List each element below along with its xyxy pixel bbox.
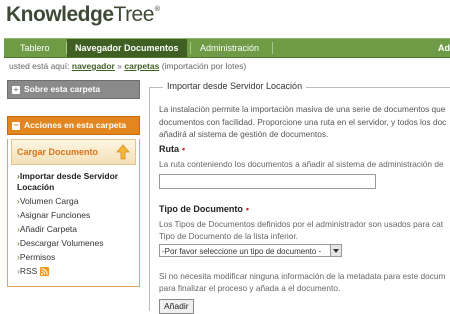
fieldset-legend: Importar desde Servidor Locación xyxy=(163,81,307,91)
menu-item-rss[interactable]: ›RSS xyxy=(17,266,139,277)
tipo-documento-select[interactable]: -Por favor seleccione un tipo de documen… xyxy=(159,244,342,257)
menu-item-asignar-funciones[interactable]: ›Asignar Funciones xyxy=(17,210,139,221)
tab-navegador-documentos[interactable]: Navegador Documentos xyxy=(67,39,187,57)
ruta-help: La ruta conteniendo los documentos a aña… xyxy=(159,159,444,169)
upload-document-label: Cargar Documento xyxy=(17,147,99,157)
menu-item-label: Permisos xyxy=(19,252,56,262)
description-line: documentos con facilidad. Proporcione un… xyxy=(159,116,447,127)
menu-item-importar-servidor[interactable]: ›Importar desde Servidor Locación xyxy=(17,171,139,193)
logo-registered-mark: ® xyxy=(153,5,161,13)
metadata-note: Si no necesita modificar ninguna informa… xyxy=(159,270,450,294)
tipo-documento-label: Tipo de Documento • xyxy=(159,204,249,214)
fieldset-border xyxy=(149,87,150,311)
folder-actions-label: Acciones en esta carpeta xyxy=(24,120,127,130)
ruta-label: Ruta • xyxy=(159,144,185,154)
help-line: Tipo de Documento de la lista inferior. xyxy=(159,231,298,241)
note-line: Si no necesita modificar ninguna informa… xyxy=(159,271,446,281)
select-value: -Por favor seleccione un tipo de documen… xyxy=(162,247,322,256)
import-form: Importar desde Servidor Locación La inst… xyxy=(149,80,450,314)
tipo-documento-help: Los Tipos de Documentos definidos por el… xyxy=(159,218,450,242)
sidebar: + Sobre esta carpeta − Acciones en esta … xyxy=(7,80,140,287)
menu-item-label: Importar desde Servidor Locación xyxy=(17,171,119,192)
tipo-documento-label-text: Tipo de Documento xyxy=(159,204,243,214)
breadcrumb-prefix: usted está aquí: xyxy=(9,61,70,71)
expand-plus-icon[interactable]: + xyxy=(12,85,20,94)
upload-document-button[interactable]: Cargar Documento xyxy=(11,139,136,165)
tab-tablero[interactable]: Tablero xyxy=(20,39,50,57)
nav-separator xyxy=(272,42,273,54)
breadcrumb-separator: » xyxy=(117,61,122,71)
menu-item-label: Añadir Carpeta xyxy=(19,224,78,234)
ruta-label-text: Ruta xyxy=(159,144,179,154)
tab-ad-truncated[interactable]: Ad xyxy=(438,39,450,57)
folder-actions-header[interactable]: − Acciones en esta carpeta xyxy=(7,116,140,135)
logo-text-tree: Tree xyxy=(113,3,155,26)
breadcrumb-current: (importación por lotes) xyxy=(161,61,247,71)
menu-item-permisos[interactable]: ›Permisos xyxy=(17,252,139,263)
logo-text-knowledge: Knowledge xyxy=(6,3,114,26)
required-marker: • xyxy=(182,144,186,154)
menu-item-descargar-volumenes[interactable]: ›Descargar Volumenes xyxy=(17,238,139,249)
menu-item-label: RSS xyxy=(19,266,38,276)
help-line: Los Tipos de Documentos definidos por el… xyxy=(159,219,444,229)
folder-actions-panel: Cargar Documento ›Importar desde Servido… xyxy=(7,139,140,287)
rss-feed-icon[interactable] xyxy=(40,267,50,277)
breadcrumb: usted está aquí: navegador » carpetas (i… xyxy=(9,61,246,71)
menu-item-label: Descargar Volumenes xyxy=(19,238,104,248)
dropdown-arrow-icon[interactable] xyxy=(330,245,341,256)
required-marker: • xyxy=(245,204,249,214)
menu-item-label: Asignar Funciones xyxy=(19,210,91,220)
nav-separator xyxy=(190,42,191,54)
knowledgetree-logo[interactable]: Knowledge Tree ® xyxy=(6,3,161,29)
menu-item-anadir-carpeta[interactable]: ›Añadir Carpeta xyxy=(17,224,139,235)
note-line: para finalizar el proceso y añada a el d… xyxy=(159,283,341,293)
folder-actions-menu: ›Importar desde Servidor Locación ›Volum… xyxy=(8,171,139,277)
add-button[interactable]: Añadir xyxy=(159,299,194,314)
collapse-minus-icon[interactable]: − xyxy=(12,120,20,130)
breadcrumb-link-navegador[interactable]: navegador xyxy=(72,61,115,71)
import-description: La instalación permite la importación ma… xyxy=(159,103,450,141)
ruta-input[interactable] xyxy=(159,174,376,189)
about-folder-label: Sobre esta carpeta xyxy=(24,84,101,94)
about-folder-header[interactable]: + Sobre esta carpeta xyxy=(7,80,140,99)
breadcrumb-link-carpetas[interactable]: carpetas xyxy=(124,61,159,71)
description-line: añadirá al sistema de gestión de documen… xyxy=(159,129,329,139)
menu-item-volumen-carga[interactable]: ›Volumen Carga xyxy=(17,196,139,207)
upload-arrow-icon xyxy=(116,144,130,160)
main-navigation-bar: Tablero Navegador Documentos Administrac… xyxy=(4,38,450,58)
tab-administracion[interactable]: Administración xyxy=(200,39,259,57)
menu-item-label: Volumen Carga xyxy=(19,196,79,206)
description-line: La instalación permite la importación ma… xyxy=(159,104,446,114)
